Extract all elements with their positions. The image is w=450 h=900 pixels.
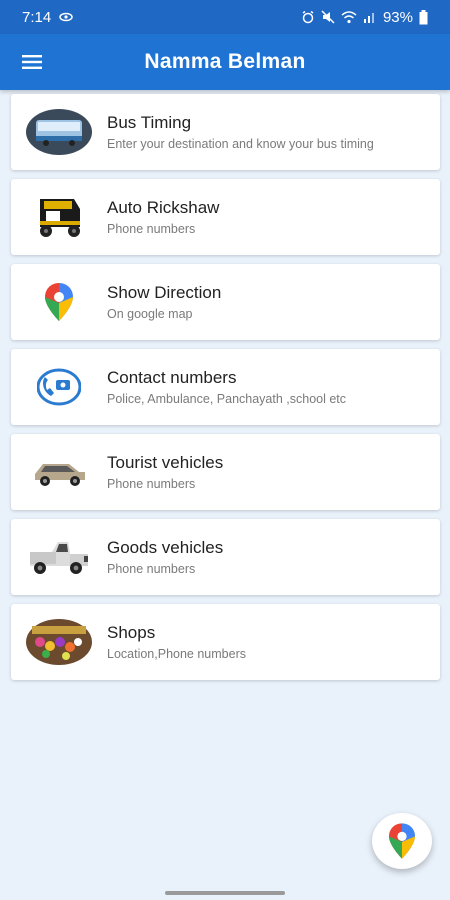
auto-rickshaw-icon: [40, 199, 80, 237]
list-item-tourist-vehicles[interactable]: Tourist vehicles Phone numbers: [11, 434, 440, 510]
bus-icon: [26, 109, 92, 155]
app-bar: Namma Belman: [0, 34, 450, 90]
list-item-show-direction[interactable]: Show Direction On google map: [11, 264, 440, 340]
list-item-bus-timing[interactable]: Bus Timing Enter your destination and kn…: [11, 94, 440, 170]
pickup-truck-icon: [30, 542, 88, 574]
battery-icon: [419, 9, 428, 24]
list-item-subtitle: On google map: [107, 307, 193, 321]
list-item-title: Show Direction: [107, 283, 222, 302]
list-item-subtitle: Enter your destination and know your bus…: [107, 137, 374, 151]
list-item-title: Contact numbers: [107, 368, 237, 387]
list-item-title: Shops: [107, 623, 156, 642]
list-item-title: Auto Rickshaw: [107, 198, 220, 217]
phone-contact-icon: [37, 368, 81, 406]
list-item-subtitle: Phone numbers: [107, 562, 196, 576]
list-item-contact-numbers[interactable]: Contact numbers Police, Ambulance, Panch…: [11, 349, 440, 425]
map-pin-icon: [45, 283, 73, 321]
status-bar: 7:14 93%: [0, 0, 450, 34]
app-title: Namma Belman: [144, 50, 306, 73]
shop-icon: [26, 619, 92, 665]
menu-list: Bus Timing Enter your destination and kn…: [11, 94, 440, 689]
list-item-title: Bus Timing: [107, 113, 192, 132]
list-item-subtitle: Location,Phone numbers: [107, 647, 246, 661]
alarm-icon: [302, 10, 314, 24]
list-item-subtitle: Police, Ambulance, Panchayath ,school et…: [107, 392, 347, 406]
list-item-title: Tourist vehicles: [107, 453, 224, 472]
list-item-subtitle: Phone numbers: [107, 477, 196, 491]
map-pin-icon: [389, 823, 415, 859]
eye-icon: [59, 12, 73, 22]
list-item-shops[interactable]: Shops Location,Phone numbers: [11, 604, 440, 680]
list-item-subtitle: Phone numbers: [107, 222, 196, 236]
list-item-title: Goods vehicles: [107, 538, 224, 557]
hamburger-menu-icon: [22, 55, 42, 69]
list-item-goods-vehicles[interactable]: Goods vehicles Phone numbers: [11, 519, 440, 595]
car-icon: [35, 464, 85, 486]
home-gesture-handle[interactable]: [165, 891, 285, 895]
mute-icon: [321, 10, 335, 24]
list-item-auto-rickshaw[interactable]: Auto Rickshaw Phone numbers: [11, 179, 440, 255]
menu-button[interactable]: [0, 34, 64, 90]
battery-percent: 93%: [382, 8, 413, 26]
status-time: 7:14: [22, 8, 52, 26]
maps-fab-button[interactable]: [372, 813, 432, 869]
wifi-icon: [341, 10, 357, 23]
signal-icon: [363, 13, 374, 23]
